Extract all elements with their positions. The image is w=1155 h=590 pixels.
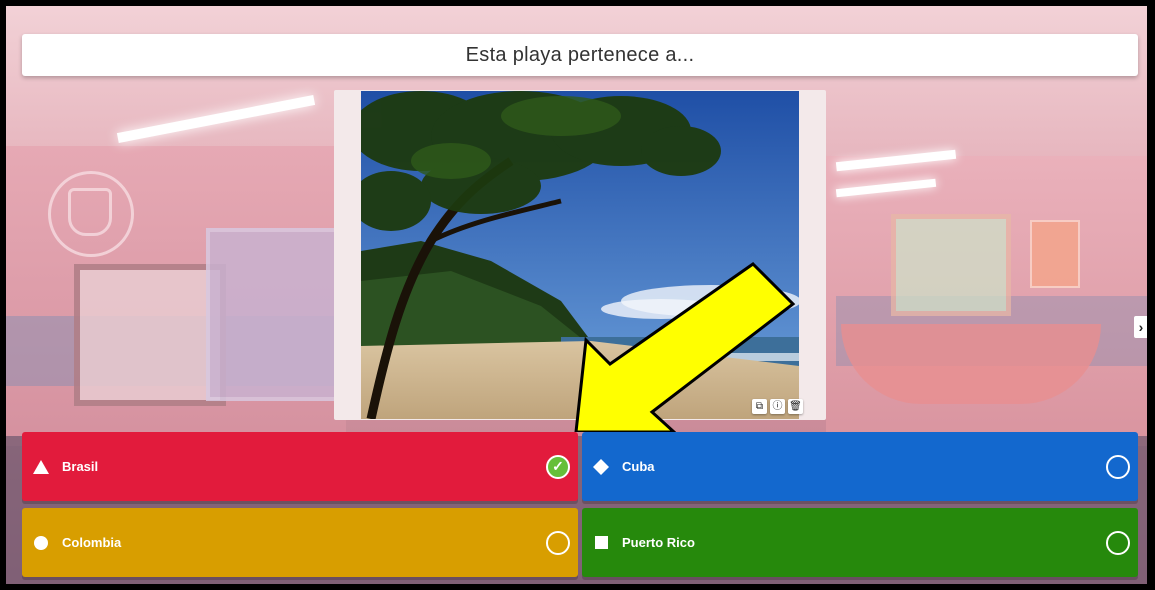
correct-answer-toggle[interactable] <box>546 530 570 555</box>
background-wall-right <box>826 156 1147 446</box>
answer-option-4[interactable]: Puerto Rico <box>582 508 1138 577</box>
background-chalkboard <box>74 264 226 406</box>
answer-option-2[interactable]: Cuba <box>582 432 1138 501</box>
answer-option-1[interactable]: Brasil ✓ <box>22 432 578 501</box>
answer-label: Brasil <box>62 459 99 474</box>
kahoot-crest-logo <box>48 171 134 257</box>
chevron-right-icon[interactable]: › <box>1134 316 1147 338</box>
square-icon <box>593 535 609 551</box>
background-screen <box>206 228 344 401</box>
background-window <box>891 214 1011 316</box>
answer-option-3[interactable]: Colombia <box>22 508 578 577</box>
correct-answer-toggle[interactable]: ✓ <box>546 454 570 479</box>
answer-label: Cuba <box>622 459 655 474</box>
correct-answer-toggle[interactable] <box>1106 454 1130 479</box>
background-wall-left <box>6 146 346 446</box>
background-stripe <box>6 316 346 386</box>
answer-label: Colombia <box>62 535 122 550</box>
annotation-arrow <box>574 262 796 432</box>
background-desk <box>841 324 1101 404</box>
triangle-icon <box>33 459 49 475</box>
ceiling-light <box>116 95 316 143</box>
diamond-icon <box>593 458 609 475</box>
ceiling-light <box>835 178 937 198</box>
kahoot-crest-shield <box>68 188 112 236</box>
question-text: Esta playa pertenece a... <box>465 43 695 66</box>
question-title-field[interactable]: Esta playa pertenece a... <box>22 34 1138 76</box>
quiz-editor-canvas: Esta playa pertenece a... ⧉ ⓘ 🗑 › Brasil… <box>6 6 1147 584</box>
circle-icon <box>33 535 49 551</box>
answer-label: Puerto Rico <box>622 535 695 550</box>
background-stripe <box>836 296 1147 366</box>
correct-answer-toggle[interactable] <box>1106 530 1130 555</box>
ceiling-light <box>835 149 957 172</box>
background-poster <box>1030 220 1080 288</box>
